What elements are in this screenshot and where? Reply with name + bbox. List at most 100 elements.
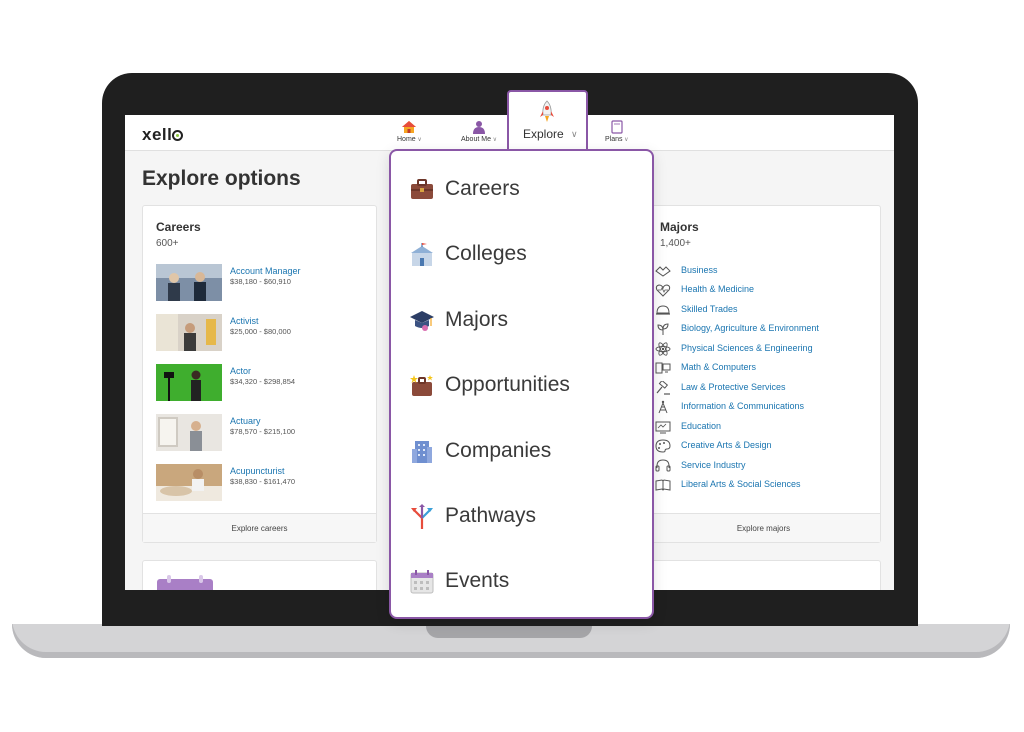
plant-icon: [657, 323, 669, 335]
career-name[interactable]: Acupuncturist: [230, 466, 285, 476]
nav-about-me[interactable]: About Me: [461, 120, 497, 143]
calendar-icon: [157, 575, 213, 590]
nav-explore-tab[interactable]: Explore ∨: [507, 90, 588, 150]
dropdown-item-label[interactable]: Colleges: [445, 242, 527, 266]
explore-careers-link[interactable]: Explore careers: [143, 513, 376, 542]
dropdown-item-label[interactable]: Careers: [445, 177, 520, 201]
career-name[interactable]: Account Manager: [230, 266, 301, 276]
briefcase-icon: [411, 179, 433, 199]
dropdown-item-label[interactable]: Opportunities: [445, 373, 570, 397]
career-name[interactable]: Activist: [230, 316, 259, 326]
career-salary: $38,830 - $161,470: [230, 477, 296, 486]
major-item-label[interactable]: Education: [681, 421, 721, 431]
career-row[interactable]: Actor $34,320 - $298,854: [156, 364, 356, 402]
home-icon: [402, 121, 417, 133]
career-thumbnail: [156, 314, 222, 351]
careers-card: Careers 600+ Account Manager $38,180 - $…: [142, 205, 377, 543]
atom-icon: [655, 342, 671, 356]
heartbeat-icon: [655, 284, 671, 297]
dropdown-item-label[interactable]: Companies: [445, 439, 551, 463]
dropdown-item-opportunities[interactable]: Opportunities: [409, 372, 639, 402]
dropdown-item-label[interactable]: Events: [445, 569, 509, 593]
career-row[interactable]: Account Manager $38,180 - $60,910: [156, 264, 356, 302]
chalkboard-icon: [655, 421, 671, 434]
explore-majors-link[interactable]: Explore majors: [647, 513, 880, 542]
calendar-icon: [410, 570, 434, 594]
computer-icon: [655, 362, 671, 374]
major-item-label[interactable]: Information & Communications: [681, 401, 804, 411]
major-item-education[interactable]: Education: [655, 420, 865, 434]
career-salary: $78,570 - $215,100: [230, 427, 296, 436]
opportunity-briefcase-icon: [410, 375, 433, 396]
major-item-math[interactable]: Math & Computers: [655, 361, 865, 375]
rocket-icon: [540, 100, 554, 122]
major-item-label[interactable]: Biology, Agriculture & Environment: [681, 323, 819, 333]
career-row[interactable]: Actuary $78,570 - $215,100: [156, 414, 356, 452]
nav-home[interactable]: Home: [397, 120, 422, 143]
major-item-label[interactable]: Service Industry: [681, 460, 746, 470]
pathways-icon: [411, 504, 433, 529]
career-thumbnail: [156, 414, 222, 451]
major-item-label[interactable]: Law & Protective Services: [681, 382, 786, 392]
hardhat-icon: [656, 305, 670, 315]
dropdown-item-majors[interactable]: Majors: [409, 307, 639, 337]
palette-icon: [655, 439, 671, 453]
nav-plans[interactable]: Plans: [605, 120, 629, 143]
major-item-service[interactable]: Service Industry: [655, 459, 865, 473]
majors-count: 1,400+: [660, 238, 691, 249]
person-icon: [473, 121, 486, 134]
dropdown-item-companies[interactable]: Companies: [409, 438, 639, 468]
major-item-label[interactable]: Health & Medicine: [681, 284, 754, 294]
major-item-label[interactable]: Business: [681, 265, 718, 275]
major-item-liberal-arts[interactable]: Liberal Arts & Social Sciences: [655, 478, 865, 492]
dropdown-item-pathways[interactable]: Pathways: [409, 503, 639, 533]
dropdown-item-events[interactable]: Events: [409, 568, 639, 598]
headset-icon: [655, 459, 671, 472]
major-item-information[interactable]: Information & Communications: [655, 400, 865, 414]
career-salary: $34,320 - $298,854: [230, 377, 296, 386]
nav-about-label: About Me: [461, 136, 497, 143]
majors-card-title: Majors: [660, 220, 699, 234]
career-row[interactable]: Acupuncturist $38,830 - $161,470: [156, 464, 356, 502]
career-name[interactable]: Actor: [230, 366, 251, 376]
major-item-label[interactable]: Math & Computers: [681, 362, 756, 372]
careers-count: 600+: [156, 238, 179, 249]
major-item-law[interactable]: Law & Protective Services: [655, 381, 865, 395]
nav-home-label: Home: [397, 136, 422, 143]
major-item-business[interactable]: Business: [655, 264, 865, 278]
nav-plans-label: Plans: [605, 136, 629, 143]
dropdown-item-colleges[interactable]: Colleges: [409, 241, 639, 271]
major-item-physical-sciences[interactable]: Physical Sciences & Engineering: [655, 342, 865, 356]
antenna-icon: [658, 400, 668, 414]
graduation-cap-icon: [410, 311, 434, 331]
major-item-trades[interactable]: Skilled Trades: [655, 303, 865, 317]
career-name[interactable]: Actuary: [230, 416, 261, 426]
bottom-card-left: [142, 560, 377, 590]
nav-explore-label: Explore: [523, 127, 564, 141]
page-title: Explore options: [142, 167, 301, 190]
career-salary: $25,000 - $80,000: [230, 327, 291, 336]
major-item-label[interactable]: Skilled Trades: [681, 304, 738, 314]
major-item-label[interactable]: Creative Arts & Design: [681, 440, 772, 450]
career-row[interactable]: Activist $25,000 - $80,000: [156, 314, 356, 352]
dropdown-item-label[interactable]: Majors: [445, 308, 508, 332]
building-icon: [412, 441, 432, 463]
majors-card: Majors 1,400+ Business Health & Medicine…: [646, 205, 881, 543]
logo-o-icon: [172, 130, 184, 141]
chevron-down-icon: ∨: [571, 129, 578, 139]
major-item-label[interactable]: Liberal Arts & Social Sciences: [681, 479, 801, 489]
dropdown-item-label[interactable]: Pathways: [445, 504, 536, 528]
career-thumbnail: [156, 464, 222, 501]
major-item-arts[interactable]: Creative Arts & Design: [655, 439, 865, 453]
college-icon: [411, 243, 433, 266]
major-item-biology[interactable]: Biology, Agriculture & Environment: [655, 322, 865, 336]
stage: xell Home About Me: [0, 0, 1024, 732]
handshake-icon: [655, 266, 671, 277]
major-item-health[interactable]: Health & Medicine: [655, 283, 865, 297]
xello-logo[interactable]: xell: [142, 125, 184, 145]
plans-icon: [611, 120, 623, 134]
dropdown-item-careers[interactable]: Careers: [409, 176, 639, 206]
bottom-card-right: [646, 560, 881, 590]
careers-card-title: Careers: [156, 220, 201, 234]
major-item-label[interactable]: Physical Sciences & Engineering: [681, 343, 813, 353]
